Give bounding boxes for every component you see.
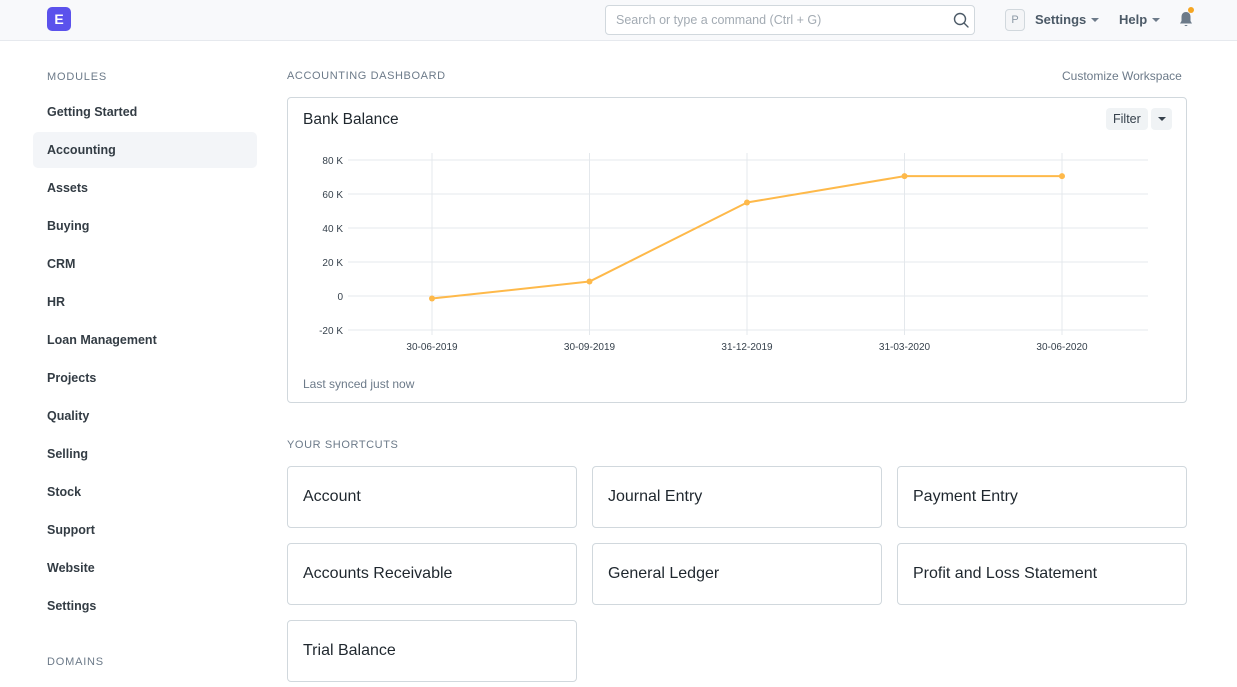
sidebar-item-assets[interactable]: Assets bbox=[33, 170, 257, 206]
domains-heading: DOMAINS bbox=[47, 656, 104, 668]
modules-heading: MODULES bbox=[47, 71, 107, 83]
shortcuts-heading: YOUR SHORTCUTS bbox=[287, 439, 399, 451]
bank-balance-card: Bank Balance Filter 80 K 60 K 40 K 20 K 0 -20… bbox=[287, 97, 1187, 403]
shortcut-payment-entry[interactable]: Payment Entry bbox=[897, 466, 1187, 528]
search-bar[interactable] bbox=[605, 5, 975, 35]
x-tick-label: 30-09-2019 bbox=[564, 342, 616, 353]
customize-workspace-link[interactable]: Customize Workspace bbox=[1062, 69, 1182, 83]
caret-down-icon bbox=[1152, 17, 1161, 22]
x-tick-label: 31-12-2019 bbox=[721, 342, 773, 353]
shortcut-journal-entry[interactable]: Journal Entry bbox=[592, 466, 882, 528]
y-tick-label: -20 K bbox=[319, 326, 343, 337]
y-tick-label: 0 bbox=[337, 292, 343, 303]
x-tick-label: 31-03-2020 bbox=[879, 342, 931, 353]
avatar[interactable]: P bbox=[1005, 9, 1025, 31]
sidebar-item-stock[interactable]: Stock bbox=[33, 474, 257, 510]
y-tick-label: 20 K bbox=[322, 258, 343, 269]
search-icon[interactable] bbox=[952, 11, 970, 29]
x-tick-label: 30-06-2020 bbox=[1036, 342, 1088, 353]
settings-dropdown[interactable]: Settings bbox=[1035, 12, 1100, 27]
sidebar-item-projects[interactable]: Projects bbox=[33, 360, 257, 396]
navbar: E P Settings Help bbox=[0, 0, 1237, 41]
x-tick-label: 30-06-2019 bbox=[406, 342, 458, 353]
sidebar-item-website[interactable]: Website bbox=[33, 550, 257, 586]
settings-dropdown-label: Settings bbox=[1035, 12, 1087, 27]
sidebar-item-hr[interactable]: HR bbox=[33, 284, 257, 320]
help-dropdown-label: Help bbox=[1119, 12, 1148, 27]
sidebar-item-getting-started[interactable]: Getting Started bbox=[33, 94, 257, 130]
sidebar-item-support[interactable]: Support bbox=[33, 512, 257, 548]
data-point bbox=[429, 295, 435, 302]
last-synced-text: Last synced just now bbox=[303, 377, 415, 391]
sidebar-item-crm[interactable]: CRM bbox=[33, 246, 257, 282]
bank-balance-chart: 80 K 60 K 40 K 20 K 0 -20 K 30-06-2019 30-09-20… bbox=[319, 153, 1148, 353]
sidebar-item-quality[interactable]: Quality bbox=[33, 398, 257, 434]
shortcut-general-ledger[interactable]: General Ledger bbox=[592, 543, 882, 605]
notification-dot bbox=[1188, 7, 1194, 13]
y-tick-label: 80 K bbox=[322, 156, 343, 167]
sidebar-item-buying[interactable]: Buying bbox=[33, 208, 257, 244]
caret-down-icon bbox=[1091, 17, 1100, 22]
shortcut-profit-and-loss-statement[interactable]: Profit and Loss Statement bbox=[897, 543, 1187, 605]
dashboard-heading: ACCOUNTING DASHBOARD bbox=[287, 70, 446, 82]
sidebar-item-loan-management[interactable]: Loan Management bbox=[33, 322, 257, 358]
help-dropdown[interactable]: Help bbox=[1119, 12, 1161, 27]
shortcut-account[interactable]: Account bbox=[287, 466, 577, 528]
data-point bbox=[744, 199, 750, 206]
y-tick-label: 60 K bbox=[322, 190, 343, 201]
data-point bbox=[1059, 173, 1065, 180]
sidebar-item-accounting[interactable]: Accounting bbox=[33, 132, 257, 168]
data-point bbox=[586, 278, 593, 285]
shortcut-trial-balance[interactable]: Trial Balance bbox=[287, 620, 577, 682]
sidebar-item-settings[interactable]: Settings bbox=[33, 588, 257, 624]
search-input[interactable] bbox=[616, 13, 946, 27]
y-tick-label: 40 K bbox=[322, 224, 343, 235]
sidebar-item-selling[interactable]: Selling bbox=[33, 436, 257, 472]
data-point bbox=[901, 173, 908, 180]
shortcut-accounts-receivable[interactable]: Accounts Receivable bbox=[287, 543, 577, 605]
app-logo[interactable]: E bbox=[47, 7, 71, 31]
